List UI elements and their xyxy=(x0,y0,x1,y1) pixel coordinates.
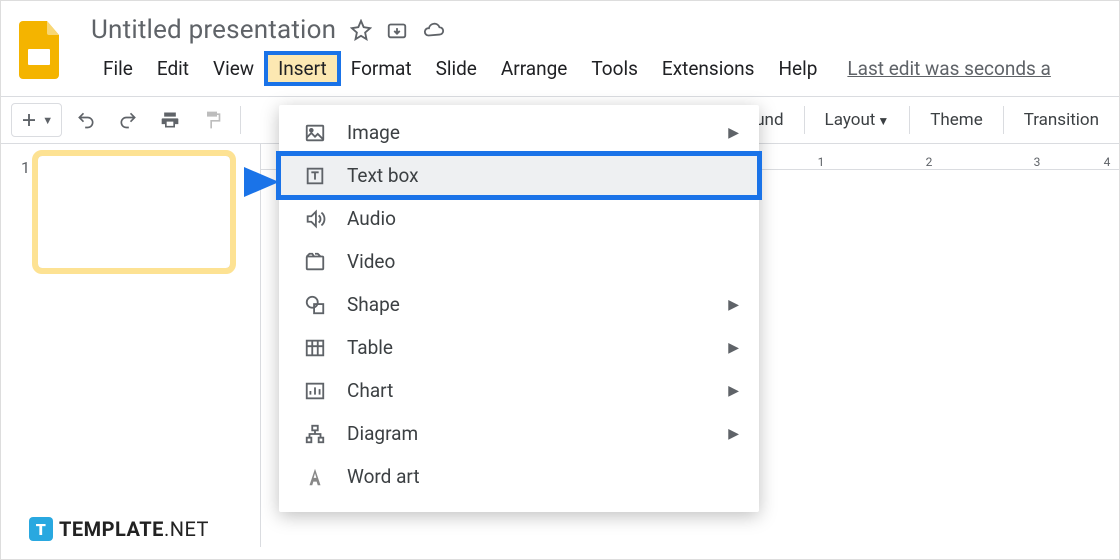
diagram-icon xyxy=(303,423,327,445)
chart-icon xyxy=(303,380,327,402)
menu-file[interactable]: File xyxy=(91,53,145,84)
document-title[interactable]: Untitled presentation xyxy=(91,15,336,45)
dropdown-label: Video xyxy=(347,250,395,273)
dropdown-item-chart[interactable]: Chart ▶ xyxy=(279,369,759,412)
menu-edit[interactable]: Edit xyxy=(145,53,201,84)
dropdown-label: Chart xyxy=(347,379,393,402)
submenu-arrow-icon: ▶ xyxy=(728,125,739,141)
paint-format-button[interactable] xyxy=(194,104,230,136)
menu-view[interactable]: View xyxy=(201,53,266,84)
dropdown-item-shape[interactable]: Shape ▶ xyxy=(279,283,759,326)
move-icon[interactable] xyxy=(386,19,408,41)
dropdown-item-video[interactable]: Video xyxy=(279,240,759,283)
slide-number: 1 xyxy=(21,158,30,177)
dropdown-item-table[interactable]: Table ▶ xyxy=(279,326,759,369)
insert-dropdown: Image ▶ Text box Audio Video Shape ▶ Tab… xyxy=(279,105,759,512)
dropdown-item-audio[interactable]: Audio xyxy=(279,197,759,240)
app-logo xyxy=(19,19,63,83)
submenu-arrow-icon: ▶ xyxy=(728,297,739,313)
menu-insert[interactable]: Insert xyxy=(266,53,339,84)
menu-extensions[interactable]: Extensions xyxy=(650,53,767,84)
submenu-arrow-icon: ▶ xyxy=(728,340,739,356)
menu-tools[interactable]: Tools xyxy=(579,53,650,84)
textbox-icon xyxy=(303,165,327,187)
image-icon xyxy=(303,122,327,144)
star-icon[interactable] xyxy=(350,19,372,41)
dropdown-item-wordart[interactable]: Word art xyxy=(279,455,759,498)
dropdown-label: Image xyxy=(347,121,400,144)
menubar: File Edit View Insert Format Slide Arran… xyxy=(91,47,1105,96)
dropdown-item-image[interactable]: Image ▶ xyxy=(279,111,759,154)
submenu-arrow-icon: ▶ xyxy=(728,383,739,399)
menu-format[interactable]: Format xyxy=(339,53,424,84)
transition-button[interactable]: Transition xyxy=(1014,106,1109,134)
new-slide-button[interactable]: ▼ xyxy=(11,103,62,137)
dropdown-item-textbox[interactable]: Text box xyxy=(279,154,759,197)
last-edit-link[interactable]: Last edit was seconds a xyxy=(847,57,1051,80)
toolbar-separator xyxy=(240,106,241,134)
annotation-arrow xyxy=(189,157,279,211)
theme-button[interactable]: Theme xyxy=(920,106,992,134)
table-icon xyxy=(303,337,327,359)
dropdown-label: Word art xyxy=(347,465,420,488)
dropdown-label: Audio xyxy=(347,207,396,230)
shape-icon xyxy=(303,294,327,316)
print-button[interactable] xyxy=(152,104,188,136)
dropdown-label: Table xyxy=(347,336,393,359)
video-icon xyxy=(303,251,327,273)
dropdown-item-diagram[interactable]: Diagram ▶ xyxy=(279,412,759,455)
undo-button[interactable] xyxy=(68,104,104,136)
menu-arrange[interactable]: Arrange xyxy=(489,53,579,84)
redo-button[interactable] xyxy=(110,104,146,136)
submenu-arrow-icon: ▶ xyxy=(728,426,739,442)
dropdown-label: Shape xyxy=(347,293,400,316)
audio-icon xyxy=(303,208,327,230)
app-header: Untitled presentation File Edit View Ins… xyxy=(1,1,1119,96)
wordart-icon xyxy=(303,466,327,488)
watermark: T TEMPLATE.NET xyxy=(29,517,209,541)
cloud-icon[interactable] xyxy=(422,19,446,41)
dropdown-label: Diagram xyxy=(347,422,418,445)
watermark-badge: T xyxy=(29,517,53,541)
dropdown-label: Text box xyxy=(347,164,419,187)
menu-slide[interactable]: Slide xyxy=(424,53,489,84)
title-area: Untitled presentation File Edit View Ins… xyxy=(91,11,1105,96)
menu-help[interactable]: Help xyxy=(766,53,829,84)
layout-button[interactable]: Layout▼ xyxy=(815,106,900,134)
